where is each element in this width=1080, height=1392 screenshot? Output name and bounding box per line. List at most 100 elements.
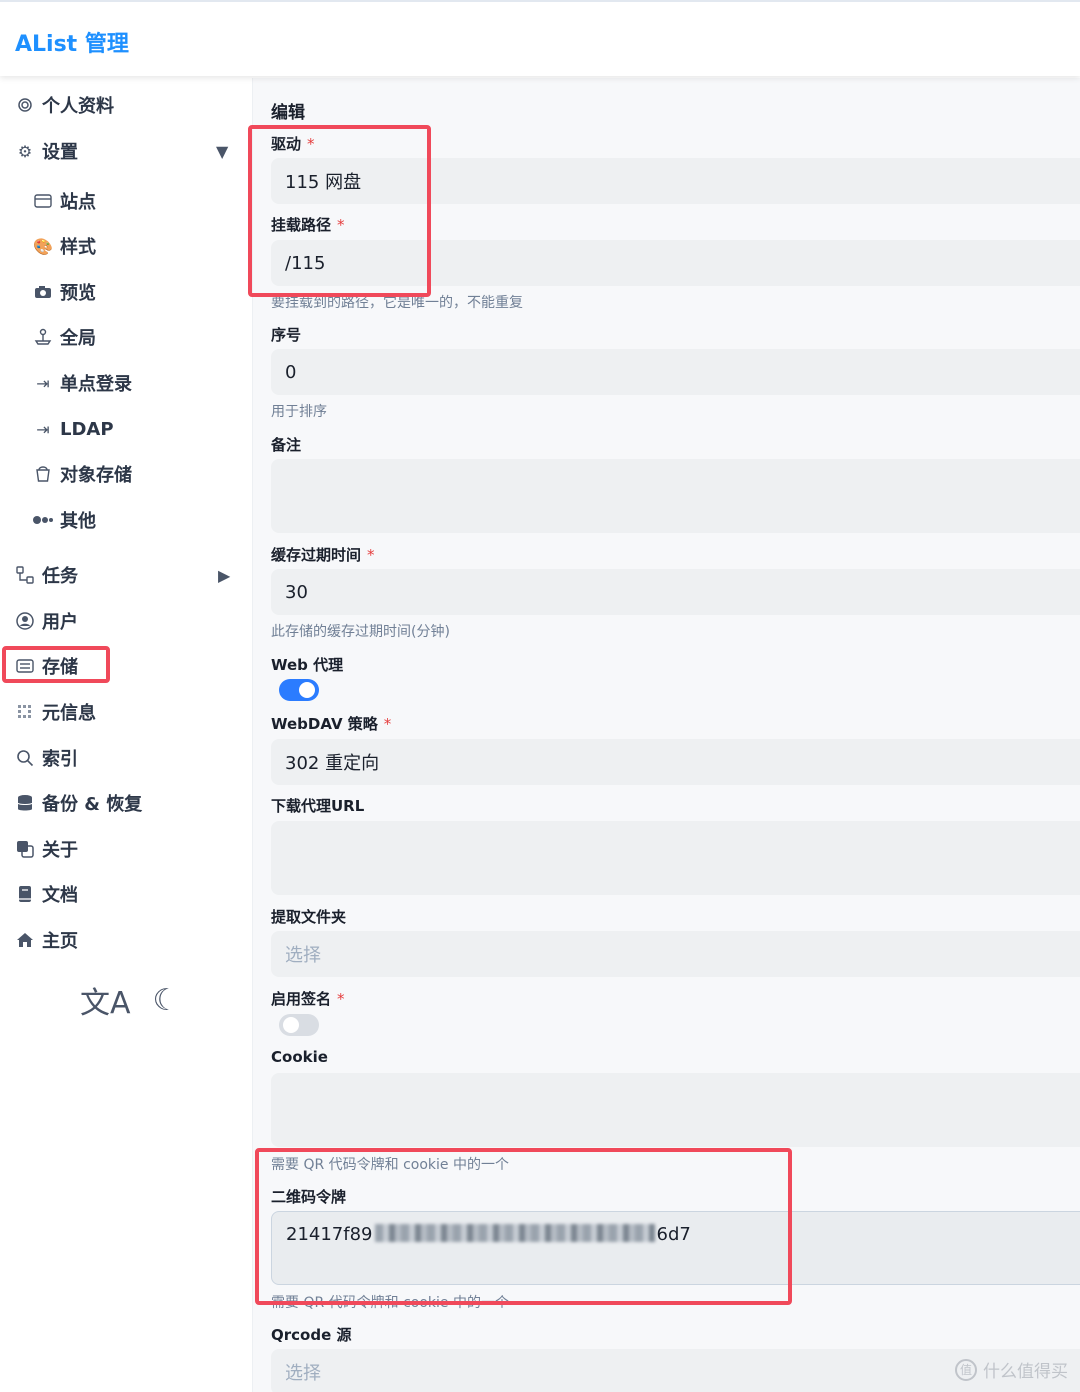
sidebar-item-label: LDAP: [60, 418, 114, 440]
sidebar-item-storages[interactable]: 存储: [14, 649, 78, 683]
sidebar-item-label: 站点: [60, 192, 96, 213]
user-circle-icon: [14, 610, 36, 632]
browser-window-icon: [32, 190, 54, 212]
watermark-text: 什么值得买: [983, 1362, 1068, 1382]
download-proxy-url-label: 下载代理URL: [271, 797, 365, 815]
sidebar-item-label: 主页: [42, 931, 78, 952]
redacted-token-blur: [374, 1224, 655, 1242]
sidebar-item-profile[interactable]: 个人资料: [14, 88, 114, 122]
web-proxy-label: Web 代理: [271, 656, 344, 674]
mount-path-input[interactable]: /115: [271, 240, 1080, 286]
caret-right-icon[interactable]: ▶: [218, 566, 230, 585]
sidebar-item-label: 索引: [42, 749, 78, 770]
search-icon: [14, 747, 36, 769]
order-input[interactable]: 0: [271, 349, 1080, 395]
sidebar-item-label: 用户: [42, 612, 78, 633]
qr-token-label: 二维码令牌: [271, 1188, 347, 1206]
sidebar-item-label: 任务: [42, 566, 78, 587]
copy-icon: [14, 838, 36, 860]
qrcode-source-label: Qrcode 源: [271, 1326, 352, 1344]
dots-icon: [32, 509, 54, 531]
enable-sign-toggle[interactable]: [279, 1014, 319, 1036]
caret-down-icon[interactable]: ▼: [216, 142, 228, 161]
toggle-knob: [283, 1017, 299, 1033]
sidebar-item-docs[interactable]: 文档: [14, 877, 78, 911]
sidebar-item-label: 其他: [60, 511, 96, 532]
tasks-icon: [14, 564, 36, 586]
gear-icon: ⚙: [17, 141, 33, 161]
toggle-knob: [299, 682, 315, 698]
cache-expiration-input[interactable]: 30: [271, 569, 1080, 615]
joystick-icon: [32, 326, 54, 348]
sidebar-item-label: 备份 & 恢复: [42, 794, 143, 815]
qr-token-prefix: 21417f89: [286, 1224, 373, 1245]
storage-icon: [14, 655, 36, 677]
sidebar-item-preview[interactable]: 预览: [32, 275, 96, 309]
sidebar-item-label: 对象存储: [60, 465, 132, 486]
cookie-textarea[interactable]: [271, 1073, 1080, 1147]
cookie-label: Cookie: [271, 1048, 328, 1066]
sidebar-item-global[interactable]: 全局: [32, 320, 96, 354]
cache-expiration-label: 缓存过期时间 *: [271, 546, 375, 564]
remark-label: 备注: [271, 436, 302, 454]
storage-edit-form: 编辑 驱动 * 115 网盘 挂载路径 * /115 要挂载到的路径，它是唯一的，不…: [252, 78, 1080, 1392]
sidebar-item-label: 设置: [42, 142, 78, 163]
book-icon: [14, 883, 36, 905]
enable-sign-label: 启用签名 *: [271, 990, 345, 1008]
translate-icon[interactable]: 文A: [80, 978, 131, 1022]
webdav-policy-select[interactable]: 302 重定向: [271, 739, 1080, 785]
sidebar-item-label: 个人资料: [42, 96, 114, 117]
page-title: 编辑: [271, 103, 305, 123]
sidebar-item-label: 单点登录: [60, 374, 132, 395]
sidebar-item-site[interactable]: 站点: [32, 184, 96, 218]
top-header: AList 管理: [0, 0, 1080, 76]
sidebar-item-label: 文档: [42, 885, 78, 906]
order-help: 用于排序: [271, 404, 327, 420]
web-proxy-toggle[interactable]: [279, 679, 319, 701]
extract-folder-label: 提取文件夹: [271, 908, 347, 926]
watermark: 值 什么值得买: [955, 1357, 1068, 1382]
cache-expiration-help: 此存储的缓存过期时间(分钟): [271, 624, 450, 640]
fingerprint-icon: [14, 94, 36, 116]
sidebar-item-tasks[interactable]: 任务: [14, 558, 78, 592]
sidebar-item-settings[interactable]: ⚙ 设置: [14, 134, 78, 168]
extract-folder-select[interactable]: 选择: [271, 931, 1080, 977]
sidebar-item-label: 关于: [42, 840, 78, 861]
sidebar-item-home[interactable]: 主页: [14, 923, 78, 957]
camera-icon: [32, 281, 54, 303]
moon-icon[interactable]: ☾: [153, 983, 180, 1018]
palette-icon: 🎨: [33, 236, 53, 256]
remark-textarea[interactable]: [271, 459, 1080, 533]
cookie-help: 需要 QR 代码令牌和 cookie 中的一个: [271, 1157, 509, 1173]
sidebar-item-sso[interactable]: ⇥ 单点登录: [32, 366, 132, 400]
order-label: 序号: [271, 326, 302, 344]
sidebar-bottom-controls: 文A ☾: [80, 978, 179, 1022]
qr-token-help: 需要 QR 代码令牌和 cookie 中的一个: [271, 1295, 509, 1311]
grid-dots-icon: [14, 701, 36, 723]
download-proxy-url-textarea[interactable]: [271, 821, 1080, 895]
qr-token-textarea[interactable]: 21417f89 6d7: [271, 1211, 1080, 1285]
login-icon: ⇥: [36, 419, 50, 439]
sidebar-item-index[interactable]: 索引: [14, 741, 78, 775]
sidebar-item-backup[interactable]: 备份 & 恢复: [14, 786, 142, 820]
mount-path-label: 挂载路径 *: [271, 216, 345, 234]
qr-token-suffix: 6d7: [656, 1224, 691, 1245]
sidebar-item-meta[interactable]: 元信息: [14, 695, 96, 729]
bucket-icon: [32, 463, 54, 485]
app-brand[interactable]: AList 管理: [15, 26, 129, 58]
driver-select[interactable]: 115 网盘: [271, 158, 1080, 204]
sidebar-item-about[interactable]: 关于: [14, 832, 78, 866]
sidebar-item-label: 元信息: [42, 703, 96, 724]
sidebar-item-s3[interactable]: 对象存储: [32, 457, 132, 491]
sidebar-item-style[interactable]: 🎨 样式: [32, 229, 96, 263]
mount-path-help: 要挂载到的路径，它是唯一的，不能重复: [271, 295, 523, 311]
login-icon: ⇥: [36, 373, 50, 393]
driver-label: 驱动 *: [271, 135, 315, 153]
sidebar: 个人资料 ⚙ 设置 ▼ 站点 🎨 样式 预览 全局 ⇥ 单点登录 ⇥ LDAP: [0, 78, 252, 1392]
sidebar-item-other[interactable]: 其他: [32, 503, 96, 537]
database-icon: [14, 792, 36, 814]
sidebar-item-label: 预览: [60, 283, 96, 304]
watermark-logo-icon: 值: [955, 1358, 977, 1381]
sidebar-item-users[interactable]: 用户: [14, 604, 78, 638]
sidebar-item-ldap[interactable]: ⇥ LDAP: [32, 412, 114, 446]
